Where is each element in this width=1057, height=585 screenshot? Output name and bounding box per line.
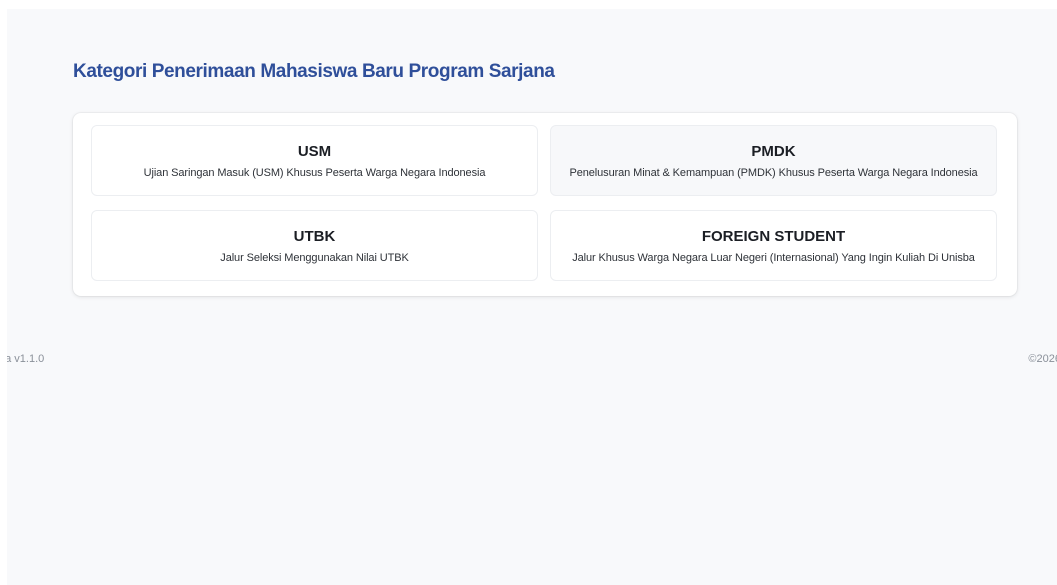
category-panel: USM Ujian Saringan Masuk (USM) Khusus Pe… bbox=[73, 113, 1017, 296]
category-card-title: FOREIGN STUDENT bbox=[701, 228, 846, 245]
category-card-description: Penelusuran Minat & Kemampuan (PMDK) Khu… bbox=[569, 167, 978, 179]
category-card-description: Jalur Khusus Warga Negara Luar Negeri (I… bbox=[572, 252, 975, 264]
category-card-foreign-student[interactable]: FOREIGN STUDENT Jalur Khusus Warga Negar… bbox=[550, 210, 997, 281]
footer-copyright: ©2026 bbox=[1028, 353, 1057, 365]
category-card-usm[interactable]: USM Ujian Saringan Masuk (USM) Khusus Pe… bbox=[91, 125, 538, 196]
category-card-description: Ujian Saringan Masuk (USM) Khusus Pesert… bbox=[143, 167, 486, 179]
category-card-title: USM bbox=[297, 143, 332, 160]
footer-version: ba v1.1.0 bbox=[7, 353, 45, 365]
page-container: Kategori Penerimaan Mahasiswa Baru Progr… bbox=[7, 9, 1057, 585]
category-card-pmdk[interactable]: PMDK Penelusuran Minat & Kemampuan (PMDK… bbox=[550, 125, 997, 196]
category-card-utbk[interactable]: UTBK Jalur Seleksi Menggunakan Nilai UTB… bbox=[91, 210, 538, 281]
page-title: Kategori Penerimaan Mahasiswa Baru Progr… bbox=[73, 61, 555, 82]
category-card-title: UTBK bbox=[293, 228, 336, 245]
category-card-description: Jalur Seleksi Menggunakan Nilai UTBK bbox=[220, 252, 409, 264]
category-card-title: PMDK bbox=[751, 143, 796, 160]
